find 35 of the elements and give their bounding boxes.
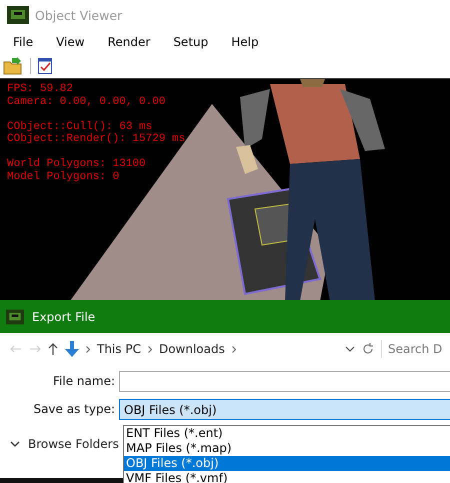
download-arrow-icon [65, 341, 79, 357]
file-type-dropdown[interactable]: OBJ Files (*.obj) [119, 398, 450, 420]
open-folder-icon[interactable] [3, 57, 23, 75]
menu-item[interactable]: Setup [173, 35, 208, 49]
file-name-field[interactable] [119, 370, 450, 392]
menu-item[interactable]: Help [231, 35, 259, 49]
menu-item[interactable]: Render [108, 35, 150, 49]
up-arrow-icon[interactable] [48, 343, 58, 355]
app-icon [6, 308, 24, 324]
dropdown-caret-icon[interactable] [345, 346, 355, 352]
stats-text: World Polygons: 13100 [7, 158, 146, 170]
stats-text: CObject::Render(): 15729 ms [7, 133, 186, 145]
window-title: Object Viewer [35, 8, 122, 22]
stats-text: Model Polygons: 0 [7, 170, 120, 182]
dropdown-option[interactable]: ENT Files (*.ent) [124, 426, 450, 441]
chevron-icon [232, 346, 236, 352]
field-label: File name: [52, 374, 116, 388]
dialog-title: Export File [32, 310, 96, 324]
chevron-icon [86, 346, 90, 352]
breadcrumb-item[interactable]: Downloads [158, 342, 225, 356]
browse-folders-button[interactable]: Browse Folders [10, 437, 122, 451]
stats-text: CObject::Cull(): 63 ms [7, 120, 152, 132]
chevron-icon [148, 346, 152, 352]
dropdown-option[interactable]: MAP Files (*.map) [124, 441, 450, 456]
breadcrumb-item[interactable]: This PC [97, 342, 141, 356]
app-icon [7, 6, 29, 24]
menu-item[interactable]: File [13, 35, 34, 49]
stats-text: Camera: 0.00, 0.00, 0.00 [7, 96, 166, 108]
refresh-icon[interactable] [362, 343, 374, 355]
checklist-icon[interactable] [38, 58, 52, 74]
dropdown-option[interactable]: OBJ Files (*.obj) [124, 456, 450, 471]
stats-text: FPS: 59.82 [7, 83, 74, 95]
caret-icon [10, 441, 20, 447]
menu-item[interactable]: View [56, 35, 85, 49]
field-label: Save as type: [32, 402, 116, 416]
